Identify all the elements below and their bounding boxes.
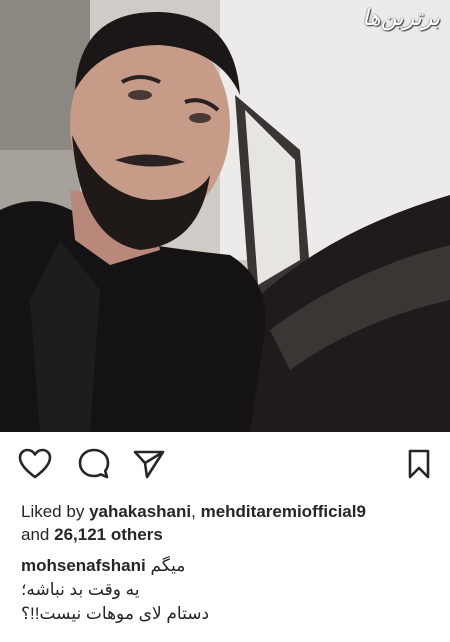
liker-username-1[interactable]: yahakashani [89, 502, 191, 521]
caption-line-1: میگم [150, 556, 186, 575]
bookmark-icon[interactable] [401, 446, 437, 482]
liker-username-2[interactable]: mehditaremiofficial9 [201, 502, 366, 521]
caption-username[interactable]: mohsenafshani [21, 556, 146, 575]
caption-line-3: دستام لای موهات نیست!!؟ [21, 604, 210, 623]
likes-prefix: Liked by [21, 502, 85, 521]
selfie-illustration [0, 0, 450, 432]
paper-plane-icon[interactable] [131, 446, 167, 482]
post-photo[interactable]: برترین‌ها [0, 0, 450, 432]
caption-line-2: یه وقت بد نباشه؛ [21, 580, 140, 599]
action-bar [0, 440, 450, 490]
likes-count-link[interactable]: 26,121 others [54, 525, 163, 544]
post-caption: mohsenafshani میگم یه وقت بد نباشه؛ دستا… [21, 554, 441, 626]
comment-bubble-icon[interactable] [76, 446, 112, 482]
likes-separator: , [191, 502, 196, 521]
watermark-logo: برترین‌ها [362, 6, 440, 31]
likes-and: and [21, 525, 50, 544]
likes-summary: Liked by yahakashani, mehditaremiofficia… [21, 500, 441, 546]
heart-icon[interactable] [17, 446, 53, 482]
